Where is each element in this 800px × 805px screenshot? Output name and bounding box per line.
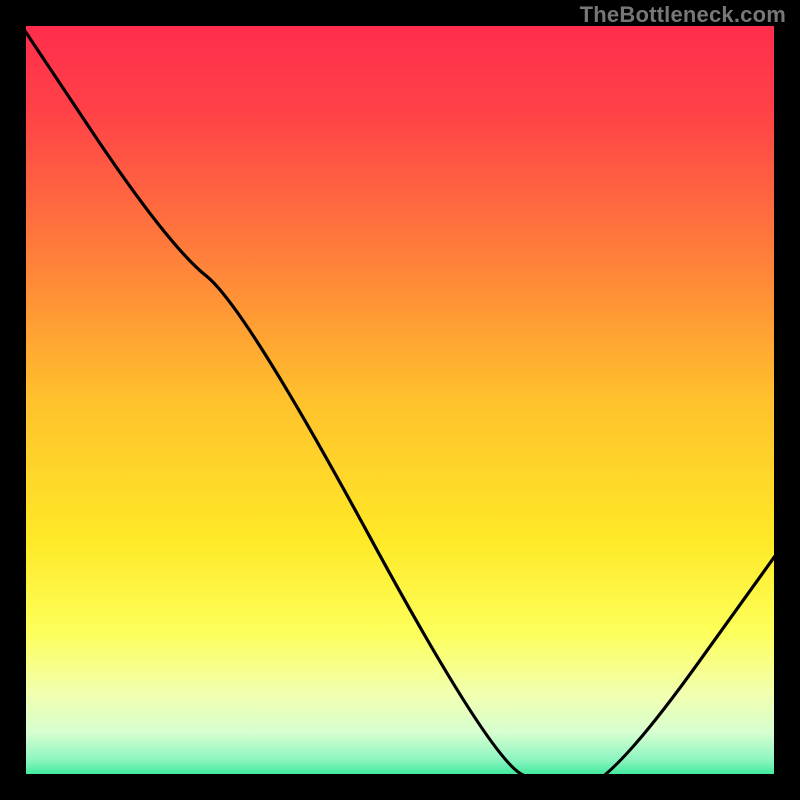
watermark-text: TheBottleneck.com	[580, 2, 786, 28]
gradient-background	[13, 13, 787, 787]
bottleneck-chart	[0, 0, 800, 800]
chart-frame	[0, 0, 800, 800]
